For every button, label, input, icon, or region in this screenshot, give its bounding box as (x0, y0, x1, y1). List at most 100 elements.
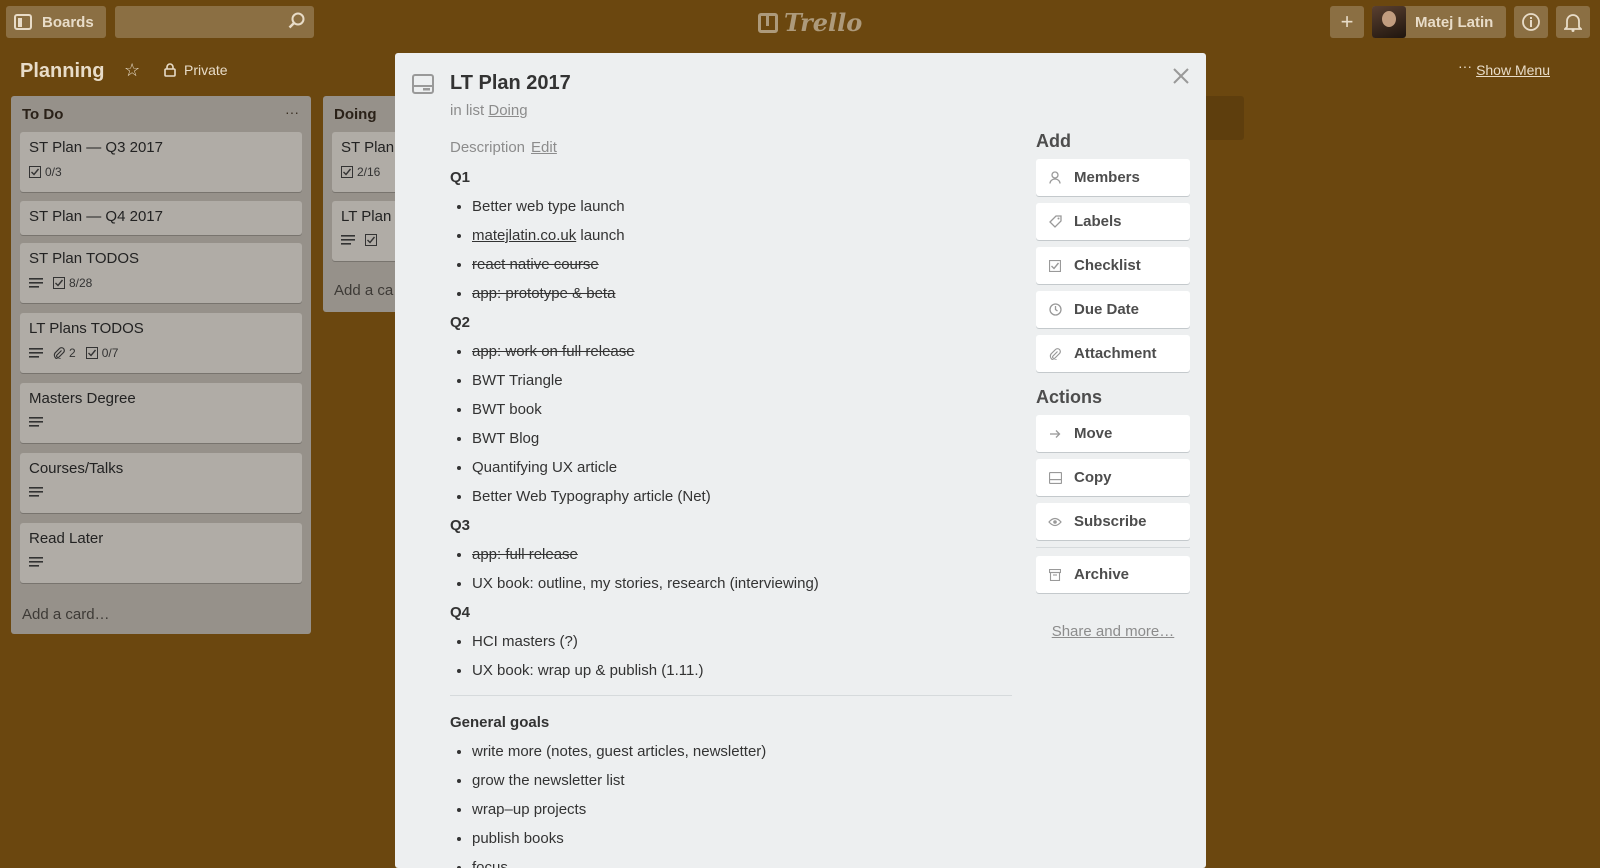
card[interactable]: LT Plans TODOS 2 0/7 (20, 313, 302, 373)
move-button[interactable]: Move (1036, 415, 1190, 452)
list-item: Better Web Typography article (Net) (472, 484, 1012, 513)
in-list-info: in list Doing (450, 102, 528, 119)
avatar (1372, 6, 1406, 38)
card[interactable]: ST Plan TODOS 8/28 (20, 243, 302, 303)
section-title-q2: Q2 (450, 314, 471, 331)
list-item: app: full release (472, 542, 1012, 571)
section-title-q4: Q4 (450, 604, 471, 621)
eye-icon (1048, 517, 1062, 527)
user-menu-button[interactable]: Matej Latin (1372, 6, 1506, 38)
card-sidebar: Add Members Labels Checklist Due Date At… (1036, 131, 1190, 640)
subscribe-button[interactable]: Subscribe (1036, 503, 1190, 540)
list-link[interactable]: Doing (488, 102, 527, 119)
checklist-count: 2/16 (357, 165, 381, 179)
labels-button[interactable]: Labels (1036, 203, 1190, 240)
checkbox-icon (1048, 259, 1062, 272)
subscribe-label: Subscribe (1074, 513, 1147, 530)
members-label: Members (1074, 169, 1140, 186)
archive-label: Archive (1074, 566, 1130, 583)
info-icon (1522, 13, 1540, 31)
card-icon (412, 74, 434, 99)
card-title[interactable]: LT Plan 2017 (450, 72, 571, 95)
info-button[interactable] (1514, 6, 1548, 38)
show-menu-link[interactable]: Show Menu (1476, 62, 1550, 78)
labels-label: Labels (1074, 213, 1122, 230)
copy-button[interactable]: Copy (1036, 459, 1190, 496)
card[interactable]: LT Plan (332, 201, 403, 261)
user-name: Matej Latin (1415, 13, 1494, 31)
move-label: Move (1074, 425, 1113, 442)
card-title: ST Plan — Q4 2017 (29, 208, 163, 225)
list-item: app: prototype & beta (472, 281, 1012, 310)
list-title[interactable]: To Do (22, 106, 63, 123)
search-input[interactable] (115, 6, 314, 38)
checklist-badge: 0/3 (29, 165, 62, 179)
card[interactable]: ST Plan — Q3 2017 0/3 (20, 132, 302, 192)
arrow-right-icon (1048, 428, 1062, 440)
add-card-link[interactable]: Add a card… (22, 606, 110, 623)
add-heading: Add (1036, 131, 1071, 151)
list-q3: app: full release UX book: outline, my s… (450, 542, 1012, 600)
list-item: BWT Triangle (472, 368, 1012, 397)
list-item: react native course (472, 252, 1012, 281)
list-title[interactable]: Doing (334, 106, 377, 123)
description-icon (341, 235, 355, 245)
notifications-button[interactable] (1556, 6, 1590, 38)
card[interactable]: ST Plan 2/16 (332, 132, 403, 192)
trello-logo[interactable]: Trello (758, 8, 862, 37)
card-badges (341, 234, 377, 246)
list-item-text: launch (576, 227, 625, 244)
card[interactable]: Read Later (20, 523, 302, 583)
star-icon[interactable]: ☆ (124, 60, 140, 81)
boards-button[interactable]: Boards (6, 6, 106, 38)
copy-label: Copy (1074, 469, 1112, 486)
board-title[interactable]: Planning (20, 60, 104, 83)
list-item: grow the newsletter list (472, 768, 1012, 797)
list-item: BWT Blog (472, 426, 1012, 455)
top-bar: Boards Trello + Matej Latin (0, 0, 1600, 44)
attachment-count: 2 (69, 346, 76, 360)
section-title-general-goals: General goals (450, 714, 550, 731)
list-menu-icon[interactable]: ··· (285, 104, 299, 120)
list-item: matejlatin.co.uk launch (472, 223, 1012, 252)
boards-label: Boards (42, 13, 94, 31)
members-button[interactable]: Members (1036, 159, 1190, 196)
paperclip-icon (53, 347, 65, 359)
more-icon[interactable]: ··· (1458, 58, 1472, 74)
list-item: focus (472, 855, 1012, 868)
card[interactable]: ST Plan — Q4 2017 (20, 201, 302, 235)
add-card-link[interactable]: Add a ca (334, 282, 393, 299)
close-button[interactable] (1168, 63, 1194, 89)
in-list-prefix: in list (450, 102, 485, 119)
card-badges: 2 0/7 (29, 346, 118, 360)
list-q1: Better web type launch matejlatin.co.uk … (450, 194, 1012, 310)
bell-icon (1564, 14, 1582, 32)
edit-description-link[interactable]: Edit (531, 139, 557, 156)
list-item: Better web type launch (472, 194, 1012, 223)
create-button[interactable]: + (1330, 6, 1364, 38)
section-title-q3: Q3 (450, 517, 471, 534)
card[interactable]: Courses/Talks (20, 453, 302, 513)
privacy-label: Private (184, 62, 228, 78)
board-icon (14, 14, 32, 30)
list-item: publish books (472, 826, 1012, 855)
due-date-button[interactable]: Due Date (1036, 291, 1190, 328)
description-icon (29, 487, 43, 497)
checklist-button[interactable]: Checklist (1036, 247, 1190, 284)
checklist-count: 0/3 (45, 165, 62, 179)
divider (450, 695, 1012, 696)
card-title: LT Plans TODOS (29, 320, 144, 337)
card[interactable]: Masters Degree (20, 383, 302, 443)
checklist-badge: 0/7 (85, 346, 118, 360)
list-item: wrap–up projects (472, 797, 1012, 826)
section-title-q1: Q1 (450, 169, 471, 186)
website-link[interactable]: matejlatin.co.uk (472, 227, 576, 244)
due-date-label: Due Date (1074, 301, 1140, 318)
description-label: Description (450, 139, 526, 156)
attachment-button[interactable]: Attachment (1036, 335, 1190, 372)
archive-button[interactable]: Archive (1036, 556, 1190, 593)
privacy-button[interactable]: Private (164, 62, 228, 78)
card-title: ST Plan — Q3 2017 (29, 139, 163, 156)
share-and-more-link[interactable]: Share and more… (1036, 623, 1190, 640)
logo-text: Trello (784, 8, 863, 37)
